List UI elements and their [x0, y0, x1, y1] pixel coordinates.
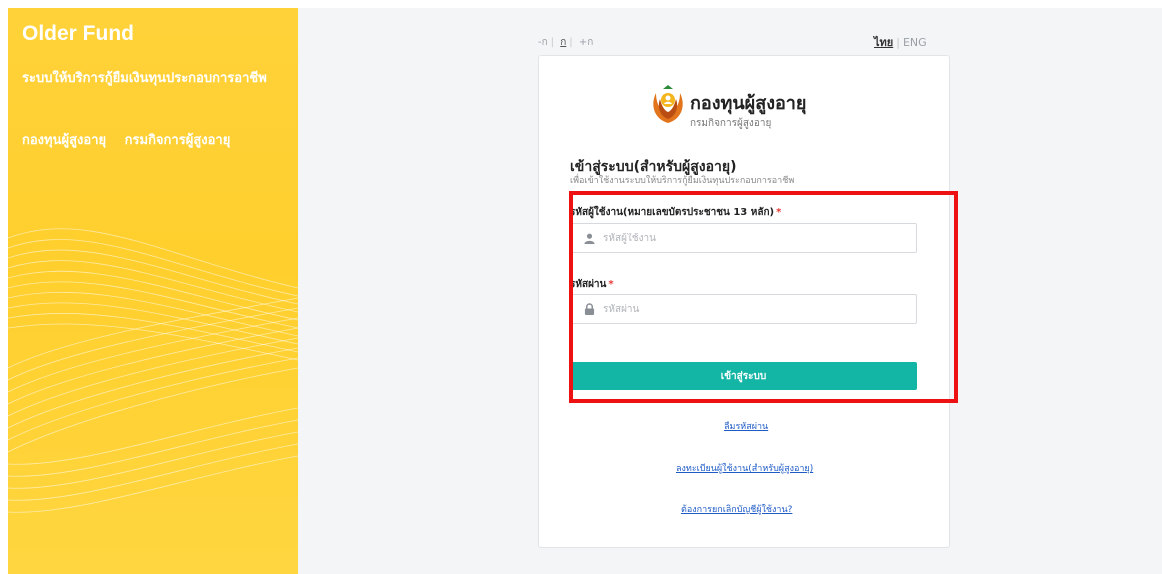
username-field[interactable]	[570, 223, 917, 253]
password-field[interactable]	[570, 294, 917, 324]
lock-icon	[581, 301, 597, 317]
font-size-controls: -ก | ก | +ก	[538, 35, 596, 50]
sidebar-link-older-fund[interactable]: กองทุนผู้สูงอายุ	[22, 133, 106, 148]
font-size-decrease[interactable]: -ก	[538, 37, 548, 48]
wave-decoration	[8, 228, 298, 513]
username-label-text: รหัสผู้ใช้งาน(หมายเลขบัตรประชาชน 13 หลัก…	[570, 207, 775, 218]
username-input[interactable]	[603, 232, 903, 244]
divider: |	[569, 37, 573, 48]
app-title: Older Fund	[22, 22, 134, 45]
login-description: เพื่อเข้าใช้งานระบบให้บริการกู้ยืมเงินทุ…	[570, 176, 795, 186]
divider: |	[550, 37, 555, 48]
language-switch: ไทย | ENG	[874, 33, 927, 51]
password-input[interactable]	[603, 303, 903, 315]
user-icon	[581, 230, 597, 246]
username-label: รหัสผู้ใช้งาน(หมายเลขบัตรประชาชน 13 หลัก…	[570, 205, 781, 220]
logo-title: กองทุนผู้สูงอายุ	[690, 93, 807, 114]
logo-subtitle: กรมกิจการผู้สูงอายุ	[690, 118, 772, 129]
cancel-account-link[interactable]: ต้องการยกเลิกบัญชีผู้ใช้งาน?	[681, 502, 792, 516]
sidebar-link-department[interactable]: กรมกิจการผู้สูงอายุ	[125, 133, 231, 148]
login-button[interactable]: เข้าสู่ระบบ	[570, 362, 917, 390]
sidebar: Older Fund ระบบให้บริการกู้ยืมเงินทุนประ…	[8, 8, 298, 574]
register-link[interactable]: ลงทะเบียนผู้ใช้งาน(สำหรับผู้สูงอายุ)	[676, 461, 813, 475]
divider: |	[896, 36, 900, 49]
forgot-password-link[interactable]: ลืมรหัสผ่าน	[724, 419, 768, 433]
required-mark: *	[776, 207, 782, 218]
font-size-increase[interactable]: +ก	[579, 37, 593, 48]
password-label-text: รหัสผ่าน	[570, 279, 607, 290]
lang-thai[interactable]: ไทย	[874, 36, 893, 49]
password-label: รหัสผ่าน *	[570, 277, 614, 292]
required-mark: *	[608, 279, 614, 290]
font-size-normal[interactable]: ก	[560, 37, 566, 48]
lang-eng[interactable]: ENG	[903, 36, 927, 49]
sidebar-links: กองทุนผู้สูงอายุ กรมกิจการผู้สูงอายุ	[22, 129, 244, 150]
app-subtitle: ระบบให้บริการกู้ยืมเงินทุนประกอบการอาชีพ	[22, 71, 267, 86]
older-fund-logo-icon	[653, 85, 683, 123]
